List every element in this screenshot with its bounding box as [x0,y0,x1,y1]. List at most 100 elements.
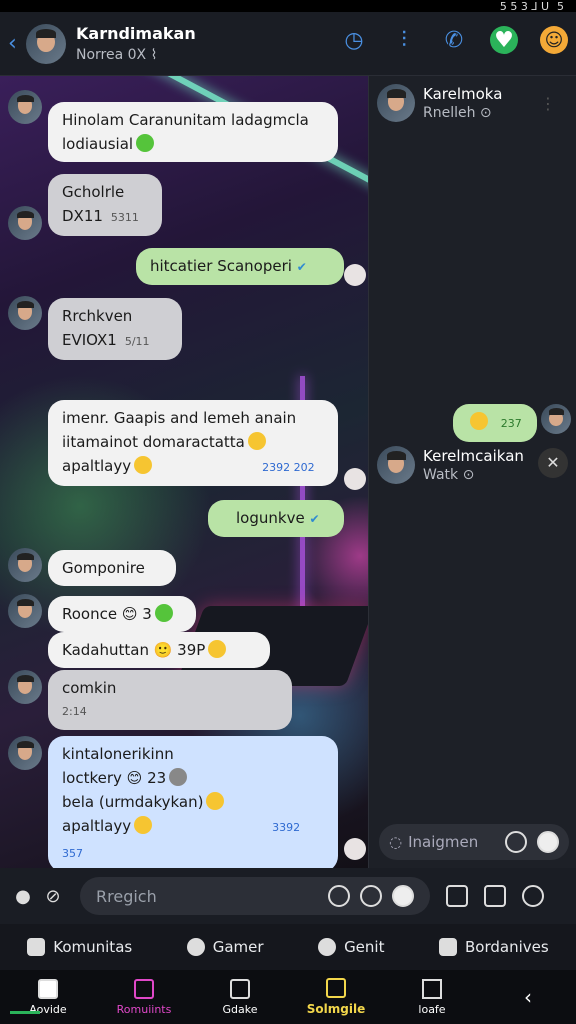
attach-icon[interactable] [446,885,468,907]
back-icon: ‹ [524,985,532,1009]
nav-menu[interactable]: loafe [392,978,472,1016]
message-bubble[interactable]: Gcholrle DX11 5311 [48,174,162,236]
nav-single[interactable]: Solmgile [296,978,376,1016]
message-bubble[interactable]: Hinolam Caranunitam ladagmcla lodiausial [48,102,338,162]
nav-communities[interactable]: Romuiints [104,978,184,1016]
nav-home[interactable]: Aovide [8,978,88,1016]
message-bubble[interactable]: comkin 2:14 [48,670,292,730]
emoji-icon [154,604,173,622]
message-text: imenr. Gaapis and lemeh anain [62,409,297,427]
message-text: loctkery 😊 23 [62,769,167,787]
nav-label: Gdake [222,1002,258,1016]
back-arrow-icon[interactable]: ‹ [8,31,22,56]
contact-name: Kerelmcaikan [423,447,524,465]
message-bubble[interactable]: Gomponire [48,550,176,586]
tab-genit[interactable]: Genit [318,938,384,956]
message-input-placeholder: Rregich [96,886,157,906]
nav-games[interactable]: Gdake [200,978,280,1016]
message-bubble[interactable]: 237 [453,404,537,442]
game-icon[interactable]: ♥ [490,26,518,54]
message-bubble[interactable]: kintalonerikinn loctkery 😊 23 bela (urmd… [48,736,338,868]
message-text: Gcholrle [62,183,125,201]
emoji-icon [134,456,153,474]
read-tick-icon: ✔ [309,512,320,526]
avatar [8,206,42,240]
contact-item[interactable]: Karelmoka Rnelleh ⊙ [377,84,502,122]
chat-icon: ◌ [389,833,403,851]
message-bubble[interactable]: Rrchkven EVIOX1 5/11 [48,298,182,360]
tab-gamer[interactable]: Gamer [186,938,264,956]
bottom-nav: Aovide Romuiints Gdake Solmgile loafe ‹ [0,970,576,1024]
stats-icon[interactable]: ⫶ [390,26,418,54]
emoji-icon[interactable]: ☺ [540,26,568,54]
message-bubble[interactable]: logunkve ✔ [208,500,344,537]
link-icon[interactable] [360,885,382,907]
header-info[interactable]: Karndimakan Norrea 0X ⌇ [76,24,196,63]
emoji-icon[interactable] [505,831,527,853]
tab-label: Bordanives [465,938,549,956]
message-text: kintalonerikinn [62,745,174,763]
message-text: Rrchkven [62,307,133,325]
side-panel: Karelmoka Rnelleh ⊙ ⋮ 237 Kerelmcaikan W… [368,76,576,868]
avatar [541,404,571,434]
nav-label: loafe [418,1002,446,1016]
chat-area[interactable]: Hinolam Caranunitam ladagmcla lodiausial… [0,76,368,868]
tab-bordanives[interactable]: Bordanives [439,938,549,956]
read-tick-icon: ✔ [296,260,307,274]
status-icons: 5 5 3 ⅃ U [499,0,549,13]
hanger-icon [134,978,154,999]
message-input[interactable]: Rregich [80,877,430,915]
avatar [8,594,42,628]
side-input-placeholder: Inaigmen [408,833,479,851]
emoji-icon [208,640,227,658]
avatar [8,736,42,770]
stats-icon [27,938,46,956]
nav-label: Solmgile [306,1002,366,1016]
emoji-icon [247,432,266,450]
message-text: bela (urmdakykan) [62,793,204,811]
nav-back[interactable]: ‹ [488,985,568,1009]
media-icon[interactable] [484,885,506,907]
crown-icon [326,978,346,998]
chat-title: Karndimakan [76,24,196,43]
timer-icon[interactable] [328,885,350,907]
seen-avatar [344,838,366,860]
seen-avatar [344,468,366,490]
emoji-icon [206,792,225,810]
message-bubble[interactable]: hitcatier Scanoperi ✔ [136,248,344,285]
message-bubble[interactable]: Kadahuttan 🙂 39P [48,632,270,668]
contact-item[interactable]: Kerelmcaikan Watk ⊙ [377,446,524,484]
gamepad-icon[interactable]: ⊘ [38,881,68,911]
avatar [8,670,42,704]
emoji-icon[interactable] [392,885,414,907]
emoji-icon [169,768,188,786]
message-bubble[interactable]: Roonce 😊 3 [48,596,196,632]
side-input[interactable]: ◌ Inaigmen [379,824,569,860]
chat-icon [186,938,205,956]
settings-icon[interactable] [522,885,544,907]
tab-komunitas[interactable]: Komunitas [27,938,132,956]
sticker-icon[interactable]: ● [8,881,38,911]
phone-icon[interactable]: ✆ [440,26,468,54]
status-bar: 5 5 3 ⅃ U 5 [0,0,576,13]
contact-status: Watk ⊙ [423,467,475,483]
status-far-right: 5 [557,0,564,13]
avatar [8,548,42,582]
more-icon[interactable]: ⋮ [540,94,556,113]
home-icon [38,978,58,999]
emoji-icon [470,412,488,430]
tab-label: Genit [344,938,385,956]
message-time: 5/11 [124,335,150,348]
close-icon[interactable]: ✕ [538,448,568,478]
nav-label: Aovide [29,1002,67,1016]
message-time: 5311 [110,211,139,224]
message-bubble[interactable]: imenr. Gaapis and lemeh anain iitamainot… [48,400,338,486]
avatar[interactable] [26,23,66,64]
message-text: Gomponire [62,559,145,577]
send-icon[interactable] [537,831,559,853]
box-icon [230,978,250,999]
message-time: 2392 202 [262,461,315,474]
message-time: 2:14 [62,705,87,718]
clock-icon[interactable]: ◷ [340,26,368,54]
message-text: hitcatier Scanoperi [150,257,292,275]
